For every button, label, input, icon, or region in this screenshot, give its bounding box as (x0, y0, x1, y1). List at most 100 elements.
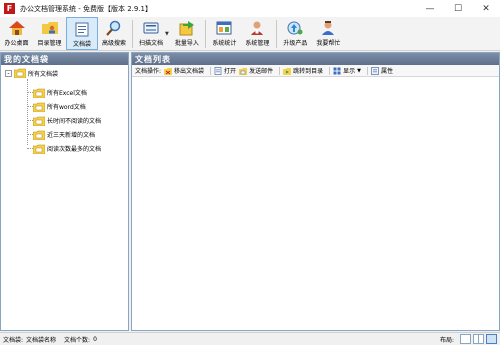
doc-toolbar-separator (366, 66, 368, 75)
toolbar-directory-button[interactable]: 目录管理 (33, 17, 66, 50)
tree-item-recent-three-days[interactable]: 近三天新增的文档 (27, 129, 95, 140)
doc-list-panel-title: 文档列表 (132, 53, 499, 65)
layout-label: 布局: (439, 336, 454, 344)
toolbar-help-button[interactable]: 我要帮忙 (312, 17, 345, 50)
doc-toolbar-separator (329, 66, 331, 75)
layout-switcher: 布局: (440, 333, 500, 345)
tree-item-most-read[interactable]: 阅读次数最多的文档 (27, 143, 101, 154)
goto-folder-icon (283, 67, 292, 75)
minimize-button[interactable]: — (416, 0, 444, 17)
doc-toolbar-separator (279, 66, 281, 75)
status-bag-label: 文档袋: (3, 336, 24, 344)
folder-icon (33, 130, 45, 140)
toolbar-admin-label: 系统管理 (245, 40, 270, 47)
toolbar-separator (275, 20, 277, 48)
toolbar-upgrade-button[interactable]: 升级产品 (279, 17, 312, 50)
folder-icon (14, 68, 26, 78)
tree-item-word[interactable]: 所有word文档 (27, 101, 86, 112)
statistics-icon (214, 19, 234, 37)
doc-operations-label: 文档操作: (135, 68, 162, 75)
close-button[interactable]: ✕ (472, 0, 500, 17)
tree-item-label: 长时间不阅读的文档 (47, 118, 102, 125)
toolbar-admin-button[interactable]: 系统管理 (241, 17, 274, 50)
layout-split-icon[interactable] (473, 334, 484, 344)
display-menu-button[interactable]: 显示 ▼ (333, 66, 361, 75)
remove-from-bag-label: 移出文档袋 (174, 68, 205, 75)
folder-users-icon (40, 19, 60, 37)
properties-icon (371, 66, 379, 75)
folder-icon (33, 88, 45, 98)
layout-list-icon[interactable] (486, 334, 497, 344)
toolbar-statistics-button[interactable]: 系统统计 (208, 17, 241, 50)
toolbar-import-button[interactable]: 批量导入 (171, 17, 203, 50)
app-logo-icon: F (4, 3, 15, 14)
open-label: 打开 (224, 68, 237, 75)
toolbar-help-label: 我要帮忙 (316, 40, 341, 47)
window-title: 办公文档管理系统 - 免费版【版本 2.9.1】 (20, 4, 153, 13)
toolbar-docbag-label: 文档袋 (72, 41, 91, 48)
doc-bag-panel: 我的文档袋 - 所有文档袋 所有Excel文档 所有word文档 长时间不阅读的… (0, 52, 129, 331)
folder-icon (33, 102, 45, 112)
layout-single-icon[interactable] (460, 334, 471, 344)
user-admin-icon (247, 19, 267, 37)
open-document-icon (214, 66, 222, 75)
doc-list-area[interactable] (132, 78, 499, 330)
scanner-icon (141, 19, 161, 37)
folder-icon (33, 116, 45, 126)
tree-item-label: 所有Excel文档 (47, 90, 87, 97)
send-email-label: 发送邮件 (249, 68, 274, 75)
status-bag-name: 文档袋名称 (26, 336, 57, 344)
remove-from-bag-button[interactable]: 移出文档袋 (164, 66, 204, 75)
tree-item-label: 所有word文档 (47, 104, 86, 111)
goto-directory-button[interactable]: 跳转到目录 (283, 66, 323, 75)
toolbar-desktop-label: 办公桌面 (4, 40, 29, 47)
import-icon (177, 19, 197, 37)
grid-view-icon (333, 67, 341, 74)
tree-item-label: 近三天新增的文档 (47, 132, 96, 139)
tree-item-long-unread[interactable]: 长时间不阅读的文档 (27, 115, 101, 126)
maximize-button[interactable]: ☐ (444, 0, 472, 17)
magnifier-icon (104, 19, 124, 37)
main-toolbar: 办公桌面 目录管理 文档袋 高级搜索 扫描文档 ▼ 批量导入 系统统计 系统管理… (0, 17, 500, 51)
display-label: 显示 (343, 68, 356, 75)
toolbar-import-label: 批量导入 (174, 40, 199, 47)
tree-item-label: 阅读次数最多的文档 (47, 146, 102, 153)
tree-item-excel[interactable]: 所有Excel文档 (27, 87, 87, 98)
upgrade-icon (285, 19, 305, 37)
status-count-label: 文档个数: (64, 336, 91, 344)
folder-icon (33, 144, 45, 154)
title-bar: F 办公文档管理系统 - 免费版【版本 2.9.1】 — ☐ ✕ (0, 0, 500, 17)
toolbar-docbag-button[interactable]: 文档袋 (66, 17, 98, 50)
home-icon (7, 19, 27, 37)
email-folder-icon (239, 67, 248, 75)
tree-root-label: 所有文档袋 (28, 70, 59, 78)
toolbar-scan-button[interactable]: 扫描文档 (135, 17, 167, 50)
status-count-value: 0 (93, 335, 97, 343)
properties-label: 属性 (380, 68, 393, 75)
doc-operations-toolbar: 文档操作: 移出文档袋 打开 发送邮件 跳转到目录 显示 ▼ 属性 (132, 65, 499, 77)
help-user-icon (318, 19, 338, 37)
document-bag-icon (72, 20, 92, 38)
scan-dropdown-arrow-icon[interactable]: ▼ (165, 31, 169, 37)
toolbar-desktop-button[interactable]: 办公桌面 (0, 17, 33, 50)
status-bar: 文档袋: 文档袋名称 文档个数: 0 布局: (0, 332, 500, 345)
toolbar-separator (132, 20, 133, 48)
doc-bag-panel-title: 我的文档袋 (1, 53, 128, 65)
toolbar-directory-label: 目录管理 (37, 40, 62, 47)
toolbar-search-label: 高级搜索 (101, 40, 126, 47)
doc-toolbar-separator (210, 66, 212, 75)
display-dropdown-arrow-icon: ▼ (357, 67, 361, 74)
toolbar-search-button[interactable]: 高级搜索 (98, 17, 130, 50)
folder-remove-icon (164, 67, 173, 75)
doc-list-panel: 文档列表 文档操作: 移出文档袋 打开 发送邮件 跳转到目录 显示 ▼ 属性 (131, 52, 500, 331)
open-button[interactable]: 打开 (214, 66, 236, 75)
toolbar-scan-label: 扫描文档 (138, 40, 163, 47)
toolbar-upgrade-label: 升级产品 (283, 40, 308, 47)
collapse-icon[interactable]: - (5, 69, 12, 77)
tree-root-all-bags[interactable]: - 所有文档袋 (5, 68, 58, 78)
goto-directory-label: 跳转到目录 (293, 68, 324, 75)
toolbar-separator (204, 20, 206, 48)
toolbar-statistics-label: 系统统计 (212, 40, 237, 47)
send-email-button[interactable]: 发送邮件 (239, 66, 273, 75)
properties-button[interactable]: 属性 (371, 66, 393, 75)
